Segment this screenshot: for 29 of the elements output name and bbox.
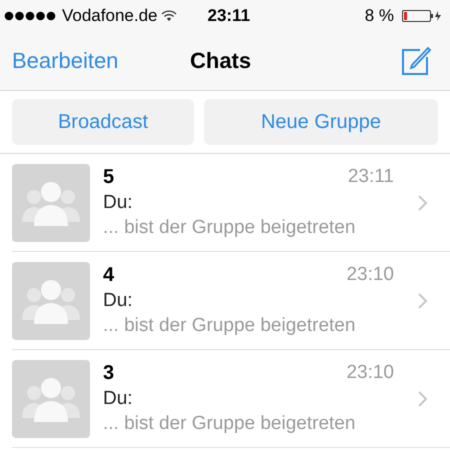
screen-title: Chats (190, 48, 252, 74)
chevron-icon (418, 292, 428, 308)
group-avatar-icon (12, 360, 90, 438)
carrier-name: Vodafone.de (62, 6, 158, 26)
compose-icon[interactable] (400, 45, 432, 77)
signal-icon (4, 11, 56, 21)
status-time: 23:11 (207, 6, 250, 26)
chevron-icon (418, 194, 428, 210)
battery-percent: 8 % (364, 6, 394, 26)
group-avatar-icon (12, 262, 90, 340)
chat-name: 5 (103, 166, 114, 189)
message-preview: ... bist der Gruppe beigetreten (103, 315, 356, 337)
battery-icon (402, 9, 442, 23)
chat-row[interactable]: 5 23:11 Du: ... bist der Gruppe beigetreten (12, 154, 450, 252)
chat-row[interactable]: 3 23:10 Du: ... bist der Gruppe beigetreten (12, 350, 450, 448)
chat-time: 23:11 (348, 166, 394, 189)
chat-time: 23:10 (346, 362, 394, 385)
message-preview: ... bist der Gruppe beigetreten (103, 217, 356, 239)
group-avatar-icon (12, 164, 90, 242)
wifi-icon (161, 10, 178, 22)
message-sender: Du: (103, 192, 134, 214)
chat-row[interactable]: 4 23:10 Du: ... bist der Gruppe beigetreten (12, 252, 450, 350)
chevron-icon (418, 390, 428, 406)
message-sender: Du: (103, 388, 134, 410)
chat-name: 4 (103, 264, 114, 287)
chat-name: 3 (103, 362, 114, 385)
message-preview: ... bist der Gruppe beigetreten (103, 413, 356, 435)
message-sender: Du: (103, 290, 134, 312)
chat-time: 23:10 (346, 264, 394, 287)
